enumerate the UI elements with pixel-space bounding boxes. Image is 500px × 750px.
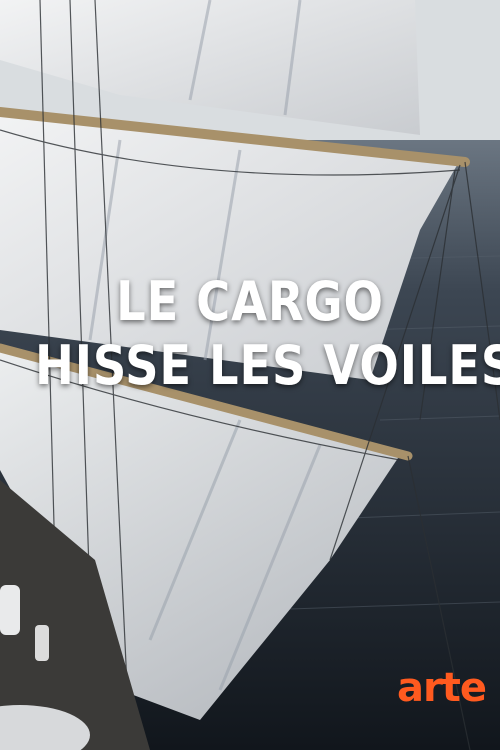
- poster-title: LE CARGO HISSE LES VOILES: [35, 270, 500, 398]
- arte-logo: arte: [397, 665, 487, 711]
- title-line-1: LE CARGO: [116, 270, 384, 333]
- poster: LE CARGO HISSE LES VOILES arte: [0, 0, 500, 750]
- title-line-2: HISSE LES VOILES: [35, 334, 500, 397]
